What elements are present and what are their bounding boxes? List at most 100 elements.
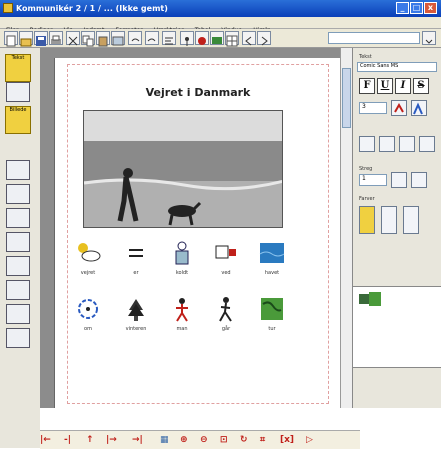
cut-icon[interactable] bbox=[66, 31, 80, 46]
page-tool-icon[interactable] bbox=[6, 184, 30, 204]
picture-tool-icon[interactable] bbox=[6, 328, 30, 348]
yellow-fill-icon[interactable] bbox=[359, 206, 375, 234]
symbol-row-1: vejret er koldt ved havet bbox=[71, 240, 321, 300]
frame-tool-icon[interactable] bbox=[6, 232, 30, 252]
close-document-icon[interactable]: [x] bbox=[280, 433, 294, 447]
redo-icon[interactable] bbox=[145, 31, 159, 45]
symbol-vejret[interactable]: vejret bbox=[71, 240, 105, 290]
strikethrough-button[interactable]: S bbox=[413, 78, 429, 94]
text-color-icon[interactable] bbox=[391, 100, 407, 116]
back-icon[interactable] bbox=[242, 31, 256, 46]
font-select[interactable]: Comic Sans MS bbox=[357, 62, 437, 72]
maximize-button[interactable]: □ bbox=[410, 2, 423, 14]
symbol-word: går bbox=[221, 326, 231, 332]
undo-icon[interactable] bbox=[128, 31, 142, 45]
symbol-koldt[interactable]: koldt bbox=[165, 240, 199, 290]
text-tool-icon[interactable] bbox=[6, 82, 30, 102]
search-tool-icon[interactable] bbox=[6, 280, 30, 300]
application-window: Kommunikér 2 / 1 / ... (Ikke gemt) _ □ x… bbox=[0, 0, 441, 449]
symbol-tur[interactable]: tur bbox=[255, 296, 289, 346]
symbol-gaar[interactable]: går bbox=[209, 296, 243, 346]
symbol-word: tur bbox=[268, 326, 276, 332]
document-page[interactable]: Vejret i Danmark vejret er koldt ved hav… bbox=[54, 58, 342, 408]
tab-text[interactable]: Tekst bbox=[5, 54, 31, 82]
tab-image[interactable]: Billede bbox=[5, 106, 31, 134]
line-select[interactable]: 1 bbox=[359, 174, 387, 186]
last-page-icon[interactable]: →| bbox=[132, 433, 143, 447]
forward-icon[interactable] bbox=[257, 31, 271, 46]
underline-button[interactable]: U bbox=[377, 78, 393, 94]
font-size-icon[interactable] bbox=[411, 100, 427, 116]
table-tool-icon[interactable] bbox=[6, 208, 30, 228]
symbol-word: vejret bbox=[80, 270, 96, 276]
justify-icon[interactable] bbox=[419, 136, 435, 152]
prev-page-icon[interactable]: -| bbox=[64, 433, 71, 447]
symbol-ved[interactable]: ved bbox=[209, 240, 243, 290]
pink-fill-icon[interactable] bbox=[403, 206, 419, 234]
tab-image-label: Billede bbox=[9, 107, 27, 113]
symbol-vinteren[interactable]: vinteren bbox=[119, 296, 153, 346]
line-heading: Streg bbox=[359, 166, 373, 172]
scrollbar-thumb[interactable] bbox=[342, 68, 351, 128]
save-icon[interactable] bbox=[34, 31, 48, 46]
speech-icon[interactable] bbox=[210, 31, 224, 45]
symbol-om[interactable]: om bbox=[71, 296, 105, 346]
sign-icon bbox=[213, 240, 239, 266]
preview-area bbox=[353, 286, 441, 368]
red-fill-icon[interactable] bbox=[381, 206, 397, 234]
circle-arrow-icon bbox=[75, 296, 101, 322]
bottom-toolbar: |← -| ↑ |→ →| ▦ ⊕ ⊖ ⊡ ↻ ⌗ [x] ▷ bbox=[40, 408, 441, 449]
align-right-icon[interactable] bbox=[399, 136, 415, 152]
fit-page-icon[interactable]: ⊡ bbox=[220, 433, 228, 447]
record-icon[interactable] bbox=[195, 31, 209, 45]
copy-icon[interactable] bbox=[81, 31, 95, 47]
zoom-dropdown-icon[interactable] bbox=[422, 31, 436, 45]
align-icon[interactable] bbox=[162, 31, 176, 45]
layout-tool-icon[interactable] bbox=[6, 256, 30, 276]
person-icon bbox=[169, 296, 195, 322]
grid-icon[interactable] bbox=[225, 31, 239, 47]
symbol-man[interactable]: man bbox=[165, 296, 199, 346]
symbol-er[interactable]: er bbox=[119, 240, 153, 290]
symbol-icon[interactable] bbox=[180, 31, 194, 46]
open-folder-icon[interactable] bbox=[19, 31, 33, 47]
minimize-button[interactable]: _ bbox=[396, 2, 409, 14]
first-page-icon[interactable]: |← bbox=[40, 433, 51, 447]
document-title[interactable]: Vejret i Danmark bbox=[55, 86, 341, 99]
zoom-field[interactable] bbox=[328, 32, 420, 44]
dashed-frame-icon[interactable] bbox=[6, 304, 30, 324]
close-button[interactable]: x bbox=[424, 2, 437, 14]
symbol-word: man bbox=[176, 326, 188, 332]
new-document-icon[interactable] bbox=[4, 31, 18, 47]
crop-icon[interactable]: ⌗ bbox=[260, 433, 265, 447]
symbol-word: ved bbox=[221, 270, 231, 276]
beach-photo[interactable] bbox=[83, 110, 283, 228]
map-thumbnail-icon[interactable] bbox=[359, 291, 381, 306]
document-area: Vejret i Danmark vejret er koldt ved hav… bbox=[40, 48, 342, 408]
insert-tool-icon[interactable] bbox=[6, 160, 30, 180]
bottom-button-strip: |← -| ↑ |→ →| ▦ ⊕ ⊖ ⊡ ↻ ⌗ [x] ▷ bbox=[40, 430, 360, 449]
menu-bar: Filer Rediger Vis Indsæt Formater Værktø… bbox=[0, 17, 441, 34]
symbol-havet[interactable]: havet bbox=[255, 240, 289, 290]
colors-heading: Farver bbox=[359, 196, 375, 202]
align-center-icon[interactable] bbox=[379, 136, 395, 152]
paste-icon[interactable] bbox=[96, 31, 110, 47]
print-icon[interactable] bbox=[49, 31, 63, 45]
font-heading: Tekst bbox=[359, 54, 372, 60]
line-style-icon[interactable] bbox=[411, 172, 427, 188]
rotate-icon[interactable]: ↻ bbox=[240, 433, 248, 447]
left-toolbar: Tekst Billede bbox=[0, 48, 41, 448]
align-left-icon[interactable] bbox=[359, 136, 375, 152]
size-select[interactable]: 3 bbox=[359, 102, 387, 114]
play-icon[interactable]: ▷ bbox=[306, 433, 313, 447]
zoom-in-icon[interactable]: ⊕ bbox=[180, 433, 188, 447]
bold-button[interactable]: F bbox=[359, 78, 375, 94]
image-icon[interactable] bbox=[111, 31, 125, 46]
line-color-icon[interactable] bbox=[391, 172, 407, 188]
grid-view-icon[interactable]: ▦ bbox=[160, 433, 169, 447]
italic-button[interactable]: I bbox=[395, 78, 411, 94]
sea-icon bbox=[259, 240, 285, 266]
zoom-out-icon[interactable]: ⊖ bbox=[200, 433, 208, 447]
insert-page-icon[interactable]: ↑ bbox=[86, 433, 94, 447]
next-page-icon[interactable]: |→ bbox=[106, 433, 117, 447]
